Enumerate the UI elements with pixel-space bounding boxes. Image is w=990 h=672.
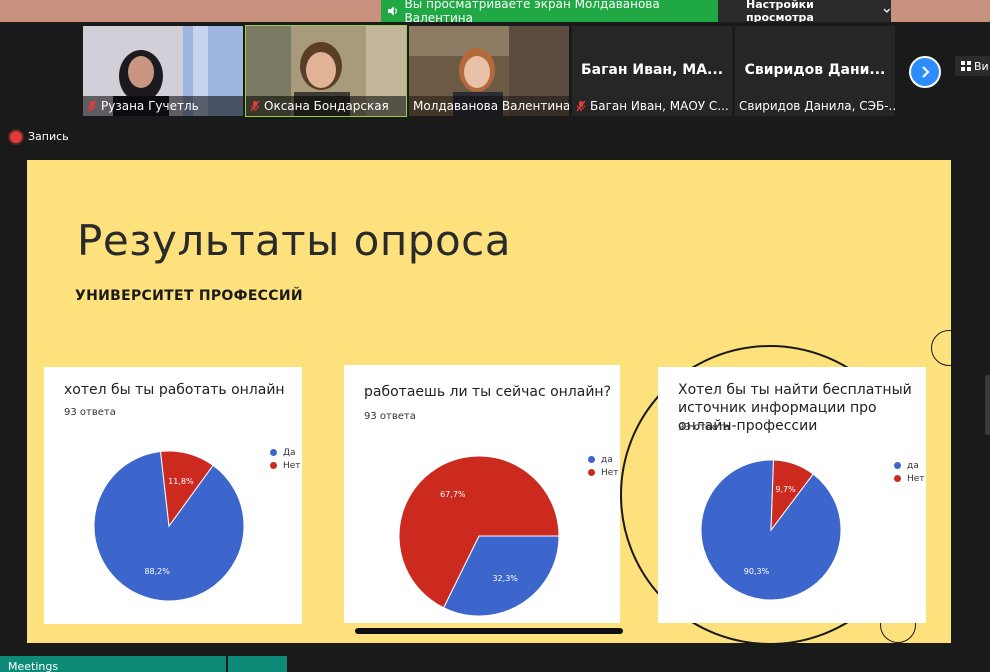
- participant-tile[interactable]: Рузана Гучетль: [83, 26, 243, 116]
- pie-data-label: 67,7%: [440, 490, 466, 499]
- participant-name: Баган Иван, МАОУ С...: [590, 99, 729, 113]
- participant-name: Оксана Бондарская: [264, 99, 389, 113]
- participant-strip: Рузана Гучетль Оксана Бондарская Молдава…: [0, 22, 990, 122]
- legend-label: да: [601, 454, 613, 465]
- muted-mic-icon: [250, 100, 260, 112]
- poll-card-1: хотел бы ты работать онлайн 93 ответа 88…: [44, 367, 302, 624]
- chevron-right-icon: [922, 66, 930, 78]
- pie-data-label: 32,3%: [492, 574, 518, 583]
- chart-legend: да Нет: [588, 453, 619, 479]
- chart-legend: да Нет: [894, 459, 925, 485]
- pie-data-label: 11,8%: [168, 477, 194, 486]
- slide-title: Результаты опроса: [77, 216, 511, 265]
- legend-item: Нет: [588, 466, 619, 479]
- pie-data-label: 90,3%: [744, 567, 770, 576]
- chart-legend: Да Нет: [270, 446, 301, 472]
- poll-card-3: Хотел бы ты найти бесплатный источник ин…: [658, 367, 926, 623]
- pie-data-label: 9,7%: [775, 485, 796, 494]
- record-icon: [10, 130, 22, 143]
- legend-swatch: [894, 462, 901, 469]
- participant-tile[interactable]: Молдаванова Валентина: [409, 26, 569, 116]
- participant-name-bar: Молдаванова Валентина: [409, 96, 569, 116]
- view-mode-label: Ви: [974, 59, 989, 73]
- legend-swatch: [270, 462, 277, 469]
- participant-placeholder-name: Баган Иван, МА...: [580, 62, 724, 78]
- legend-label: да: [907, 460, 919, 471]
- zoom-window: Вы просматриваете экран Молдаванова Вале…: [0, 0, 990, 672]
- participant-name: Молдаванова Валентина: [413, 99, 569, 113]
- meetings-label: Meetings: [8, 660, 59, 672]
- legend-swatch: [588, 469, 595, 476]
- recording-label: Запись: [28, 130, 69, 143]
- slide-subtitle: УНИВЕРСИТЕТ ПРОФЕССИЙ: [75, 288, 303, 304]
- muted-mic-icon: [87, 100, 97, 112]
- pie-chart: 88,2% 11,8%: [93, 450, 245, 602]
- participant-tile[interactable]: Свиридов Дани... Свиридов Данила, СЭБ-..…: [735, 26, 895, 116]
- recording-indicator[interactable]: Запись: [10, 130, 69, 143]
- legend-label: Нет: [283, 460, 301, 471]
- legend-label: Нет: [601, 467, 619, 478]
- view-settings-label: Настройки просмотра: [746, 0, 814, 24]
- participant-name-bar: Свиридов Данила, СЭБ-...: [735, 96, 895, 116]
- participant-name: Рузана Гучетль: [101, 99, 199, 113]
- speaker-icon: [387, 6, 397, 16]
- participant-placeholder-name: Свиридов Дани...: [744, 62, 886, 78]
- legend-item: да: [894, 459, 925, 472]
- participant-name-bar: Рузана Гучетль: [83, 96, 243, 116]
- legend-item: да: [588, 453, 619, 466]
- meetings-tab[interactable]: Meetings: [0, 656, 226, 672]
- legend-item: Нет: [270, 459, 301, 472]
- grid-icon: [961, 61, 971, 71]
- participant-tile[interactable]: Баган Иван, МА... Баган Иван, МАОУ С...: [572, 26, 732, 116]
- legend-item: Да: [270, 446, 301, 459]
- legend-swatch: [270, 449, 277, 456]
- vertical-scrollbar[interactable]: [985, 375, 990, 435]
- pie-chart: 32,3% 67,7%: [398, 455, 560, 617]
- pie-chart: 90,3% 9,7%: [700, 459, 842, 601]
- poll-card-2: работаешь ли ты сейчас онлайн? 93 ответа…: [344, 365, 620, 623]
- taskbar-tab[interactable]: [228, 656, 287, 672]
- legend-swatch: [894, 475, 901, 482]
- legend-label: Да: [283, 447, 296, 458]
- muted-mic-icon: [576, 100, 586, 112]
- participant-tile-active-speaker[interactable]: Оксана Бондарская: [245, 25, 407, 117]
- legend-swatch: [588, 456, 595, 463]
- screen-share-banner: Вы просматриваете экран Молдаванова Вале…: [381, 0, 718, 25]
- shared-screen-slide: Результаты опроса УНИВЕРСИТЕТ ПРОФЕССИЙ …: [27, 160, 951, 643]
- chevron-down-icon: [883, 8, 891, 13]
- view-mode-button[interactable]: Ви: [955, 56, 990, 76]
- legend-item: Нет: [894, 472, 925, 485]
- pie-data-label: 88,2%: [144, 567, 170, 576]
- next-page-button[interactable]: [909, 56, 941, 88]
- view-settings-button[interactable]: Настройки просмотра: [718, 0, 891, 24]
- horizontal-scrollbar[interactable]: [355, 628, 623, 634]
- participant-name: Свиридов Данила, СЭБ-...: [739, 99, 895, 113]
- legend-label: Нет: [907, 473, 925, 484]
- participant-name-bar: Оксана Бондарская: [246, 96, 406, 116]
- decorative-circle-small: [931, 330, 951, 366]
- participant-name-bar: Баган Иван, МАОУ С...: [572, 96, 732, 116]
